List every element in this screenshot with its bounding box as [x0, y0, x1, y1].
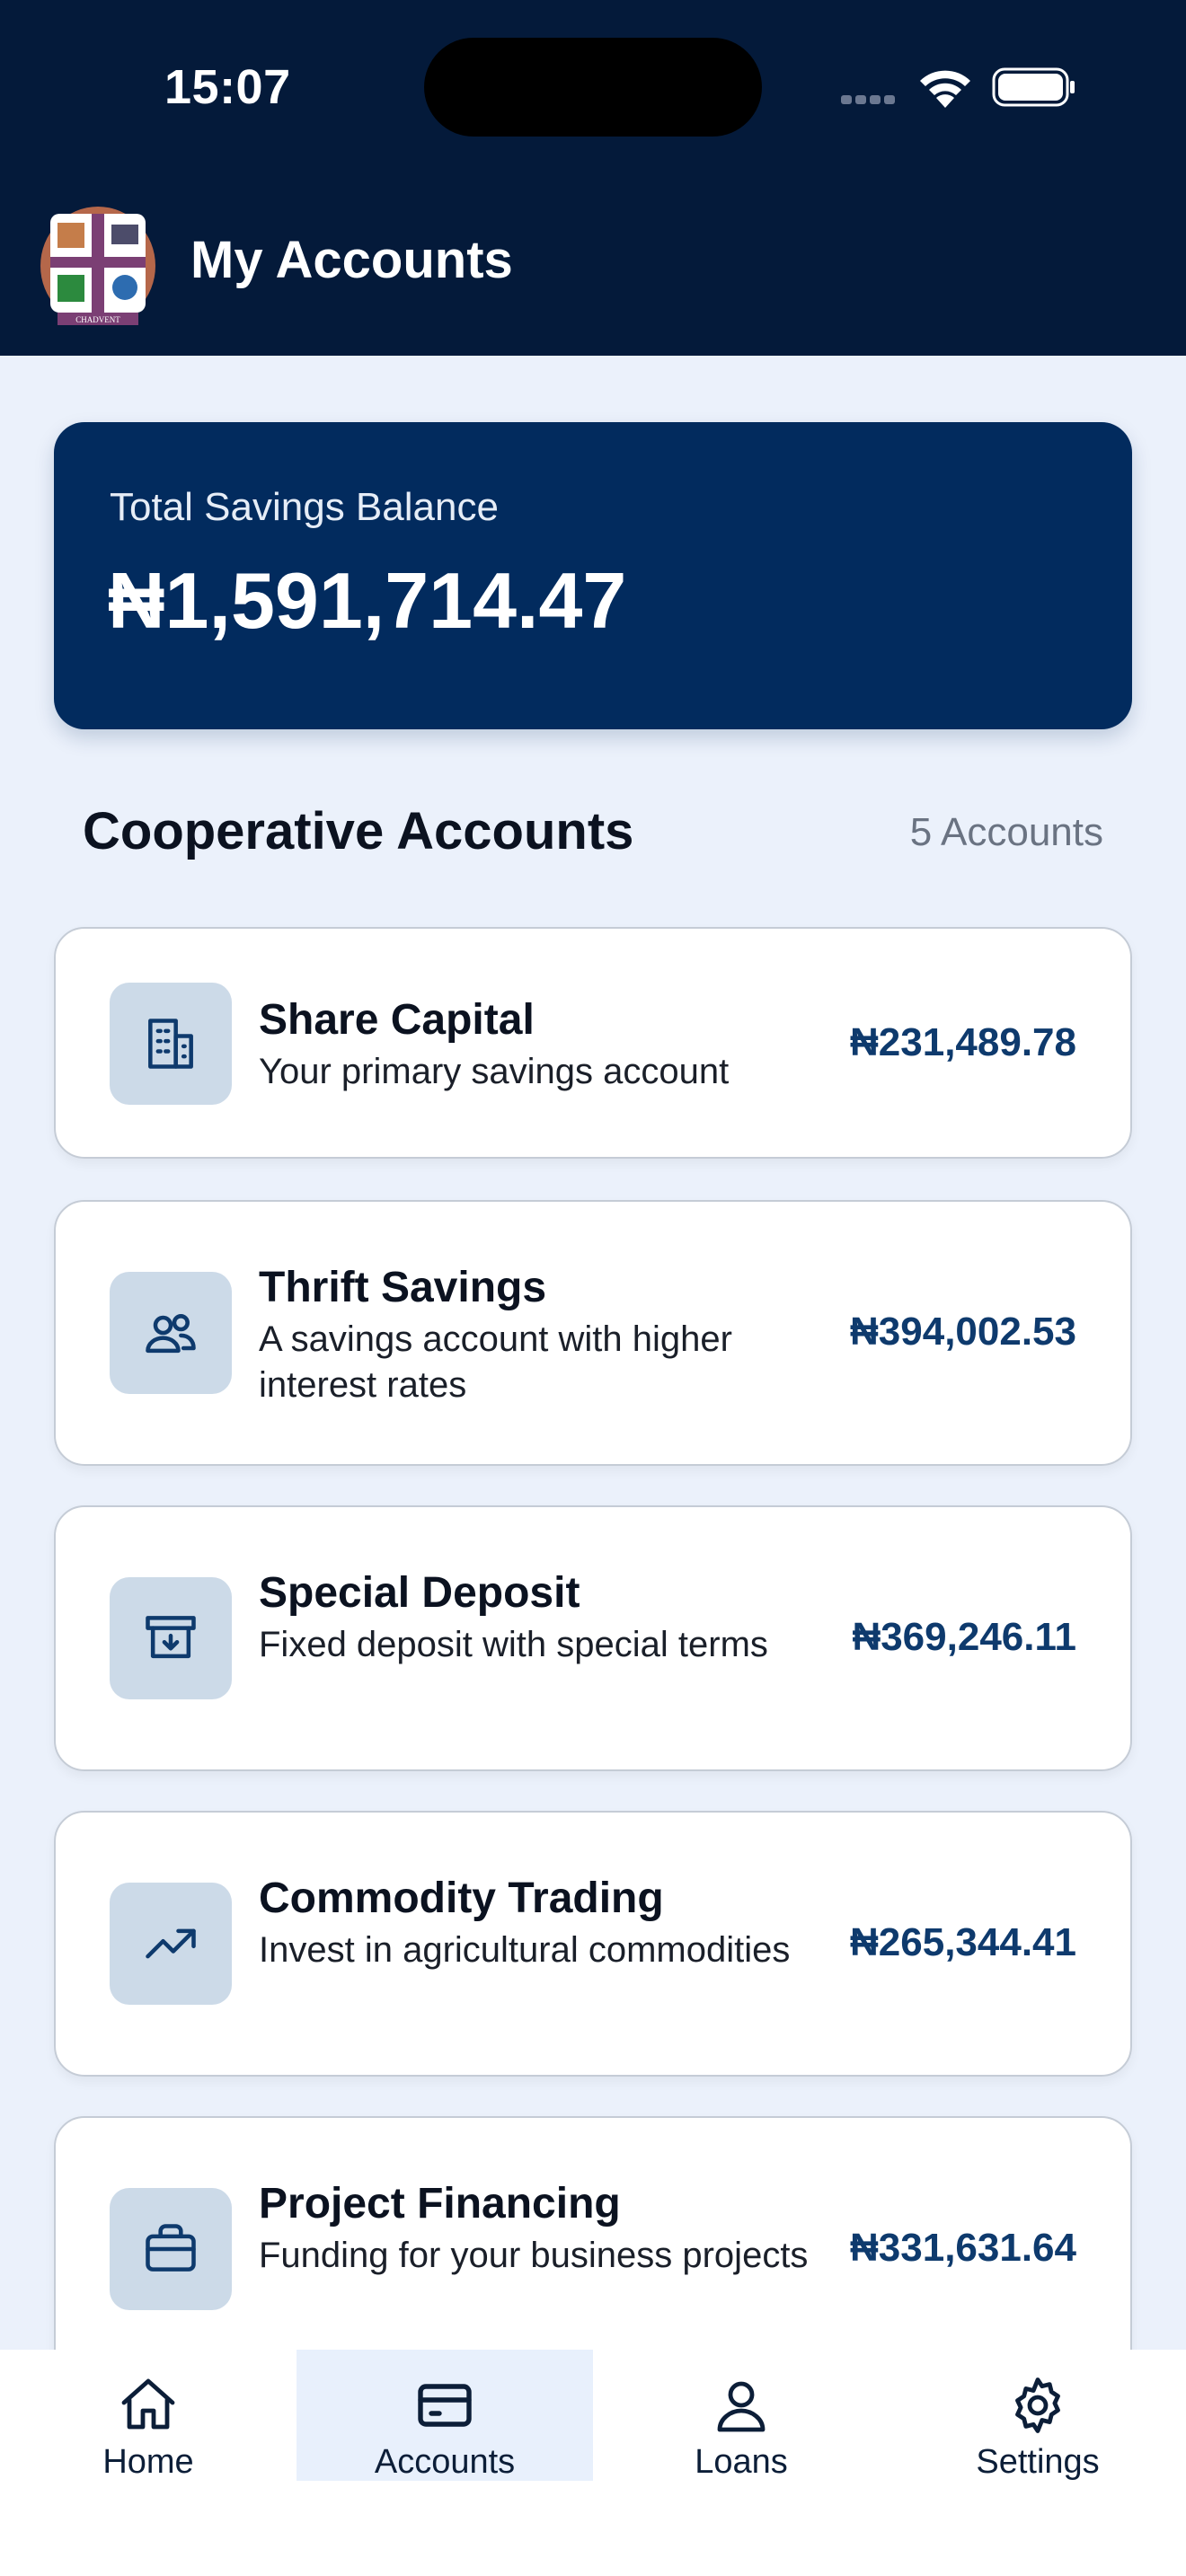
account-title: Project Financing — [259, 2180, 621, 2228]
app-header — [0, 180, 1186, 356]
user-icon — [717, 2381, 766, 2432]
cellular-signal-icon — [841, 93, 898, 109]
status-bar: 15:07 — [0, 0, 1186, 180]
accounts-count: 5 Accounts — [909, 810, 1103, 854]
gear-icon — [1015, 2378, 1060, 2433]
account-description: Fixed deposit with special terms — [259, 1625, 768, 1664]
tab-bar: Home Accounts Loans Settings — [0, 2350, 1186, 2576]
account-amount: ₦331,631.64 — [850, 2226, 1076, 2270]
account-amount: ₦394,002.53 — [850, 1310, 1076, 1354]
tab-label: Settings — [976, 2443, 1100, 2481]
account-card-project-financing[interactable]: Project Financing Funding for your busin… — [54, 2116, 1132, 2382]
account-card-share-capital[interactable]: Share Capital Your primary savings accou… — [54, 927, 1132, 1159]
cooperative-logo: CHADVENT — [40, 207, 155, 325]
building-icon — [110, 983, 232, 1105]
archive-icon — [110, 1577, 232, 1699]
page-title: My Accounts — [190, 231, 513, 289]
balance-value: ₦1,591,714.47 — [108, 556, 627, 645]
account-title: Special Deposit — [259, 1569, 580, 1617]
account-title: Commodity Trading — [259, 1875, 664, 1922]
account-card-thrift-savings[interactable]: Thrift Savings A savings account with hi… — [54, 1200, 1132, 1466]
account-card-commodity-trading[interactable]: Commodity Trading Invest in agricultural… — [54, 1811, 1132, 2077]
account-amount: ₦265,344.41 — [850, 1920, 1076, 1964]
tab-label: Home — [102, 2443, 194, 2481]
tab-home[interactable]: Home — [0, 2350, 296, 2481]
dynamic-island — [424, 38, 762, 137]
briefcase-icon — [110, 2188, 232, 2310]
card-icon — [418, 2384, 472, 2427]
account-description: Invest in agricultural commodities — [259, 1930, 791, 1970]
total-balance-card: Total Savings Balance ₦1,591,714.47 — [54, 422, 1132, 729]
account-amount: ₦369,246.11 — [852, 1615, 1076, 1659]
account-amount: ₦231,489.78 — [850, 1020, 1076, 1064]
account-title: Share Capital — [259, 996, 535, 1044]
svg-text:CHADVENT: CHADVENT — [75, 315, 120, 324]
trending-up-icon — [110, 1883, 232, 2005]
section-title: Cooperative Accounts — [83, 802, 634, 860]
account-description: A savings account with higher interest r… — [259, 1319, 732, 1405]
wifi-icon — [920, 70, 970, 108]
tab-accounts[interactable]: Accounts — [296, 2350, 593, 2481]
home-icon — [121, 2378, 175, 2430]
tab-loans[interactable]: Loans — [593, 2350, 890, 2481]
account-description: Your primary savings account — [259, 1052, 730, 1091]
account-description: Funding for your business projects — [259, 2236, 809, 2275]
account-title: Thrift Savings — [259, 1264, 547, 1311]
tab-label: Accounts — [374, 2443, 516, 2481]
battery-icon — [992, 67, 1075, 107]
tab-settings[interactable]: Settings — [890, 2350, 1186, 2481]
tab-label: Loans — [695, 2443, 788, 2481]
account-card-special-deposit[interactable]: Special Deposit Fixed deposit with speci… — [54, 1505, 1132, 1771]
users-icon — [110, 1272, 232, 1394]
status-time: 15:07 — [164, 60, 291, 114]
balance-label: Total Savings Balance — [110, 485, 499, 529]
